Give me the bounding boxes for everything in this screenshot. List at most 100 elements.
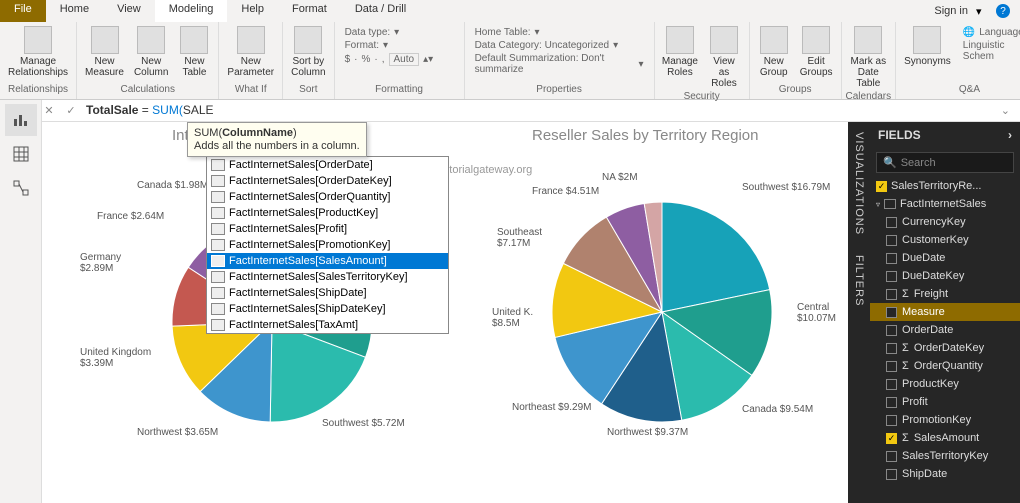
field-row[interactable]: ✓ΣSalesAmount [870,429,1020,447]
table-row[interactable]: ▿FactInternetSales [870,195,1020,213]
mark-date-table-button[interactable]: Mark as Date Table [846,24,892,91]
field-row[interactable]: ΣOrderQuantity [870,357,1020,375]
intellisense-item[interactable]: FactInternetSales[SalesAmount] [207,253,448,269]
table-row[interactable]: ✓SalesTerritoryRe... [870,177,1020,195]
format-row[interactable]: Format: ▾ [345,39,454,52]
edit-groups-button[interactable]: Edit Groups [796,24,837,80]
checkbox-icon[interactable]: ✓ [876,181,887,192]
report-view-button[interactable] [5,104,37,136]
intellisense-item[interactable]: FactInternetSales[OrderDateKey] [207,173,448,189]
manage-relationships-button[interactable]: Manage Relationships [4,24,72,80]
intellisense-item[interactable]: FactInternetSales[OrderQuantity] [207,189,448,205]
field-row[interactable]: ΣFreight [870,285,1020,303]
summ-row[interactable]: Default Summarization: Don't summarize ▾ [475,52,644,76]
pie-label: United K. $8.5M [492,307,533,329]
fields-search-input[interactable]: 🔍 Search [876,152,1014,173]
field-row[interactable]: Measure [870,303,1020,321]
grid-icon [12,145,30,163]
column-icon [211,159,225,171]
tab-home[interactable]: Home [46,0,103,22]
tab-view[interactable]: View [103,0,155,22]
help-icon[interactable]: ? [996,4,1010,18]
checkbox-icon[interactable] [886,271,897,282]
intellisense-item[interactable]: FactInternetSales[ShipDate] [207,285,448,301]
new-table-button[interactable]: New Table [174,24,214,80]
checkbox-icon[interactable] [886,235,897,246]
new-measure-button[interactable]: New Measure [81,24,128,80]
datacat-row[interactable]: Data Category: Uncategorized ▾ [475,39,644,52]
commit-formula-icon[interactable]: ✓ [64,104,78,118]
checkbox-icon[interactable] [886,397,897,408]
intellisense-item[interactable]: FactInternetSales[SalesTerritoryKey] [207,269,448,285]
linguistic-row[interactable]: Linguistic Schem [963,39,1020,63]
manage-roles-button[interactable]: Manage Roles [659,24,702,80]
tab-help[interactable]: Help [227,0,278,22]
model-view-button[interactable] [5,172,37,204]
field-row[interactable]: DueDate [870,249,1020,267]
field-row[interactable]: ProductKey [870,375,1020,393]
pie-label: France $2.64M [97,211,164,222]
intellisense-item[interactable]: FactInternetSales[ProductKey] [207,205,448,221]
percent-button[interactable]: % [361,54,370,65]
field-row[interactable]: ShipDate [870,465,1020,483]
comma-button[interactable]: , [382,54,385,65]
field-row[interactable]: SalesTerritoryKey [870,447,1020,465]
sign-in-link[interactable]: Sign in [934,5,968,17]
sigma-icon: Σ [902,288,909,300]
cancel-formula-icon[interactable]: ✕ [42,104,56,118]
checkbox-icon[interactable] [886,469,897,480]
intellisense-item[interactable]: FactInternetSales[ShipDateKey] [207,301,448,317]
formula-input[interactable]: TotalSale = SUM(SALE [86,103,993,118]
field-row[interactable]: DueDateKey [870,267,1020,285]
view-rail [0,100,42,503]
field-row[interactable]: ΣOrderDateKey [870,339,1020,357]
visualizations-tab[interactable]: VISUALIZATIONS [851,122,867,245]
new-parameter-button[interactable]: New Parameter [223,24,278,80]
checkbox-icon[interactable] [886,325,897,336]
tab-format[interactable]: Format [278,0,341,22]
tab-modeling[interactable]: Modeling [155,0,228,22]
sort-by-column-button[interactable]: Sort by Column [287,24,329,80]
intellisense-item[interactable]: FactInternetSales[PromotionKey] [207,237,448,253]
checkbox-icon[interactable] [886,307,897,318]
new-column-button[interactable]: New Column [130,24,172,80]
column-icon [211,255,225,267]
checkbox-icon[interactable] [886,415,897,426]
decimals-input[interactable]: Auto [389,53,420,66]
checkbox-icon[interactable] [886,217,897,228]
intellisense-dropdown[interactable]: FactInternetSales[OrderDate]FactInternet… [206,156,449,334]
checkbox-icon[interactable] [886,289,897,300]
synonyms-button[interactable]: Synonyms [900,24,955,69]
checkbox-icon[interactable] [886,343,897,354]
file-tab[interactable]: File [0,0,46,22]
chevron-down-icon[interactable]: ⌄ [1001,104,1010,117]
checkbox-icon[interactable] [886,361,897,372]
field-row[interactable]: CurrencyKey [870,213,1020,231]
report-canvas[interactable]: Internet Reseller Sales by Territory Reg… [42,122,848,503]
data-view-button[interactable] [5,138,37,170]
field-row[interactable]: PromotionKey [870,411,1020,429]
checkbox-icon[interactable] [886,451,897,462]
checkbox-icon[interactable] [886,379,897,390]
field-row[interactable]: CustomerKey [870,231,1020,249]
intellisense-item[interactable]: FactInternetSales[Profit] [207,221,448,237]
tab-datadrill[interactable]: Data / Drill [341,0,420,22]
currency-button[interactable]: $ [345,54,351,65]
field-row[interactable]: Profit [870,393,1020,411]
intellisense-item[interactable]: FactInternetSales[OrderDate] [207,157,448,173]
filters-tab[interactable]: FILTERS [851,245,867,316]
checkbox-icon[interactable] [886,253,897,264]
datatype-row[interactable]: Data type: ▾ [345,26,454,39]
title-bar: File Home View Modeling Help Format Data… [0,0,1020,22]
hometable-row[interactable]: Home Table: ▾ [475,26,644,39]
new-group-button[interactable]: New Group [754,24,794,80]
chevron-right-icon[interactable]: › [1008,128,1012,142]
intellisense-item[interactable]: FactInternetSales[TaxAmt] [207,317,448,333]
pie-label: NA $2M [602,172,638,183]
chevron-down-icon[interactable]: ▾ [976,5,988,17]
checkbox-icon[interactable]: ✓ [886,433,897,444]
expand-icon[interactable]: ▿ [876,200,880,209]
field-row[interactable]: OrderDate [870,321,1020,339]
language-row[interactable]: 🌐 Language ▾ [963,26,1020,39]
view-as-roles-button[interactable]: View as Roles [703,24,744,91]
